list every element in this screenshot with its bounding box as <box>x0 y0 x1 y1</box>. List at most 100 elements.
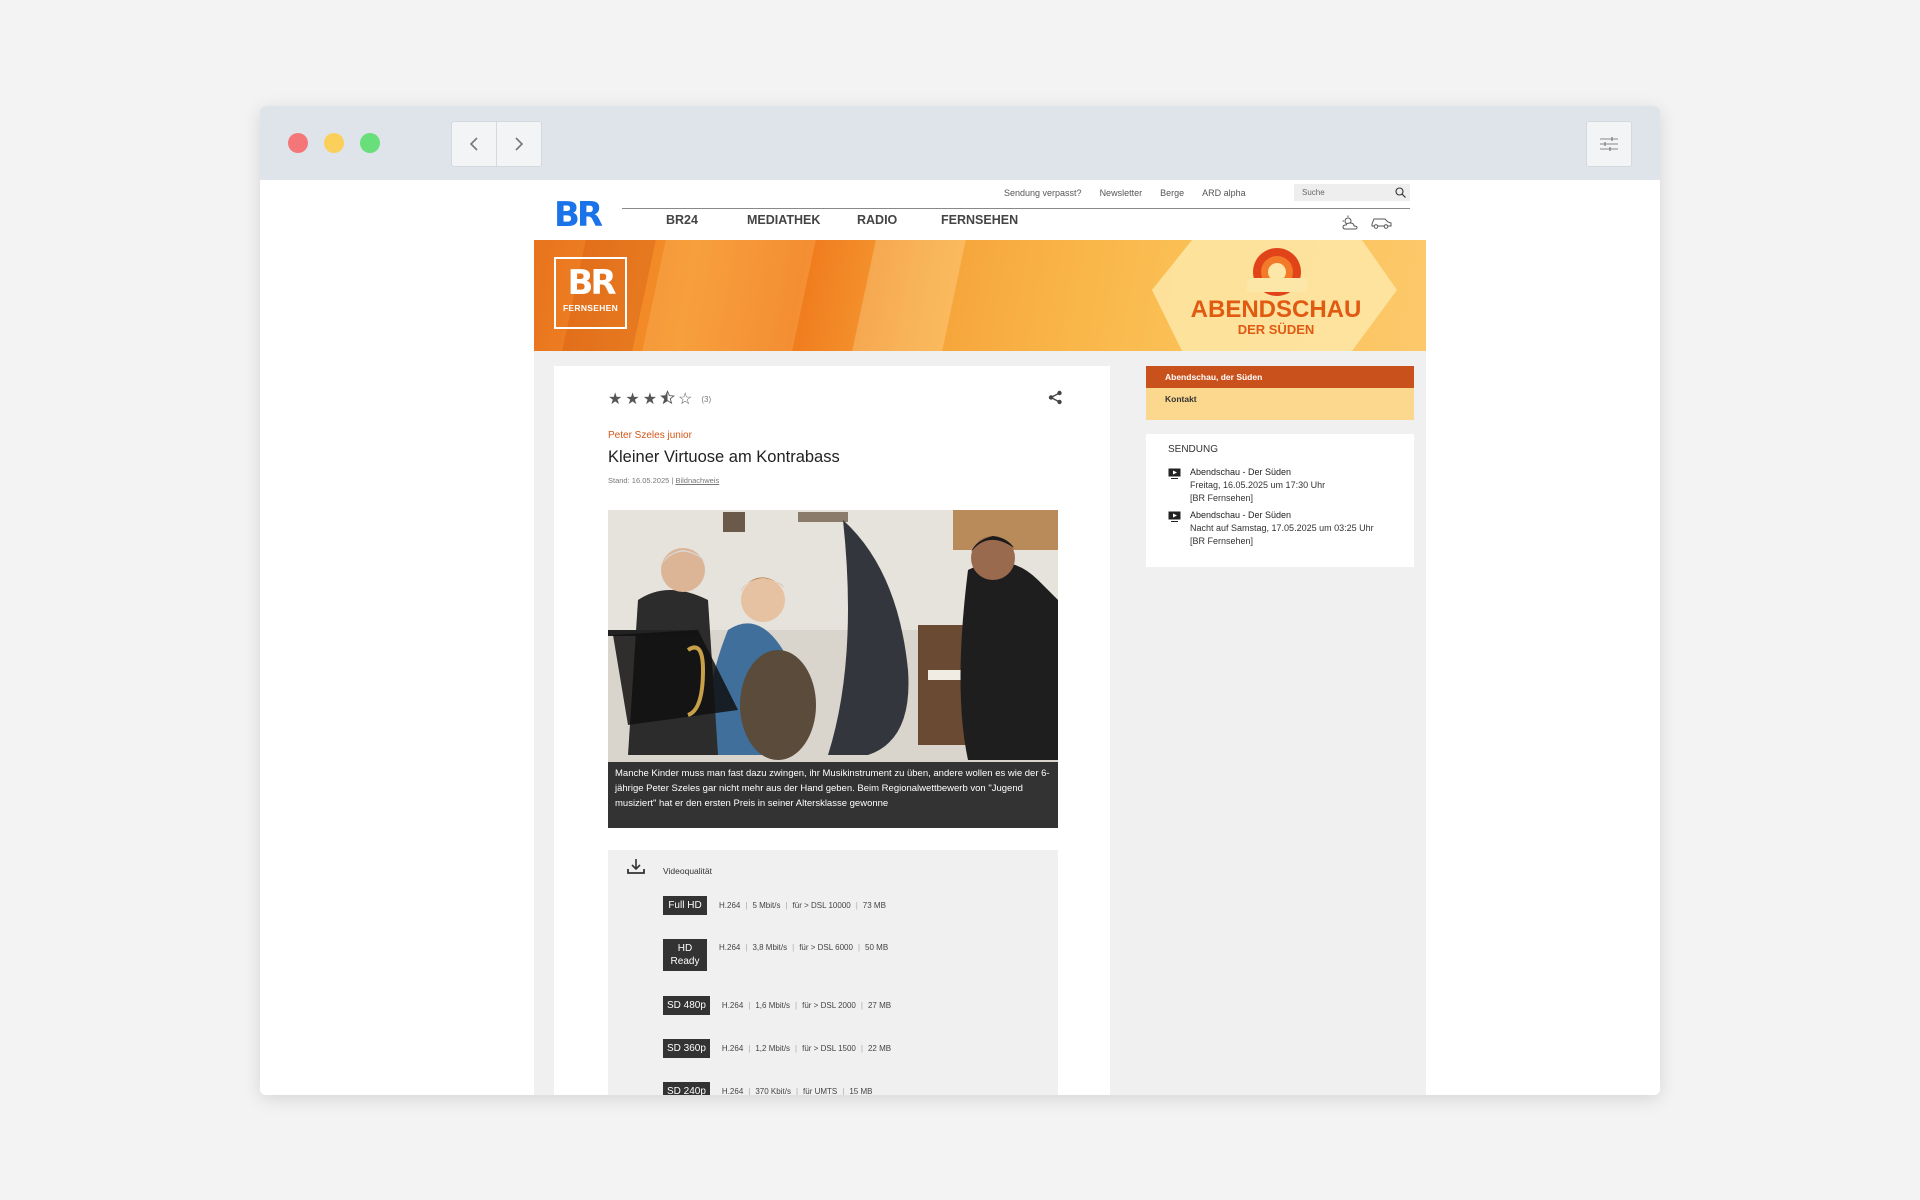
sidebar-contact-link[interactable]: Kontakt <box>1146 388 1414 420</box>
star-full-icon[interactable]: ★ <box>643 391 657 408</box>
br-site: BR Sendung verpasst? Newsletter Berge AR… <box>534 180 1426 1095</box>
browser-window: BR Sendung verpasst? Newsletter Berge AR… <box>260 106 1660 1095</box>
maximize-window-button[interactable] <box>360 133 380 153</box>
spec-rate: 1,6 Mbit/s <box>755 1001 791 1010</box>
article-video-image[interactable] <box>608 510 1058 762</box>
download-option[interactable]: HD Ready H.264 | 3,8 Mbit/s | für > DSL 6000… <box>663 939 888 971</box>
chevron-right-icon <box>515 137 524 151</box>
quality-badge[interactable]: SD 360p <box>663 1039 710 1058</box>
br-fernsehen-logo-text: FERNSEHEN <box>562 303 619 313</box>
banner-decoration <box>642 240 816 351</box>
share-icon[interactable] <box>1048 390 1063 405</box>
settings-button[interactable] <box>1586 121 1632 167</box>
quality-specs: H.264 | 370 Kbit/s | für UMTS | 15 MB <box>721 1087 873 1095</box>
image-caption: Manche Kinder muss man fast dazu zwingen… <box>608 762 1058 828</box>
browser-toolbar <box>260 106 1660 180</box>
nav-item-mediathek[interactable]: MEDIATHEK <box>747 213 820 227</box>
spec-size: 50 MB <box>865 943 889 952</box>
article-date: Stand: 16.05.2025 | <box>608 476 674 485</box>
spec-rate: 1,2 Mbit/s <box>755 1044 791 1053</box>
spec-dsl: für > DSL 6000 <box>799 943 853 952</box>
quality-badge[interactable]: Full HD <box>663 896 707 915</box>
tv-icon <box>1168 468 1181 479</box>
quality-badge[interactable]: HD Ready <box>663 939 707 971</box>
spec-size: 73 MB <box>862 901 886 910</box>
article-headline: Kleiner Virtuose am Kontrabass <box>608 448 840 466</box>
rating-stars[interactable]: ★ ★ ★ ☆ (3) <box>608 390 711 409</box>
video-download-panel: Videoqualität Full HD H.264 | 5 Mbit/s | für… <box>608 850 1058 1095</box>
util-link-ard-alpha[interactable]: ARD alpha <box>1202 188 1246 198</box>
star-half-icon[interactable] <box>660 390 675 409</box>
quality-specs: H.264 | 1,2 Mbit/s | für > DSL 1500 | 22 MB <box>721 1044 892 1053</box>
weather-icon[interactable] <box>1340 215 1360 231</box>
abendschau-title[interactable]: ABENDSCHAU <box>1186 296 1366 324</box>
star-empty-icon[interactable]: ☆ <box>678 391 692 408</box>
quality-badge[interactable]: SD 480p <box>663 996 710 1015</box>
spec-codec: H.264 <box>721 1001 744 1010</box>
spec-rate: 3,8 Mbit/s <box>752 943 788 952</box>
article-card: ★ ★ ★ ☆ (3) Peter Szeles junior Kleiner … <box>554 366 1110 1095</box>
broadcast-channel: [BR Fernsehen] <box>1190 493 1254 503</box>
download-option[interactable]: SD 480p H.264 | 1,6 Mbit/s | für > DSL 2000 |… <box>663 996 891 1015</box>
spec-codec: H.264 <box>719 943 741 952</box>
br-fernsehen-logo-mark: BR <box>567 263 616 303</box>
spec-rate: 5 Mbit/s <box>752 901 781 910</box>
nav-item-fernsehen[interactable]: FERNSEHEN <box>941 213 1018 227</box>
quality-specs: H.264 | 3,8 Mbit/s | für > DSL 6000 | 50 MB <box>719 943 889 952</box>
util-link-berge[interactable]: Berge <box>1160 188 1184 198</box>
nav-item-br24[interactable]: BR24 <box>666 213 698 227</box>
download-icon <box>627 859 645 874</box>
download-option[interactable]: SD 240p H.264 | 370 Kbit/s | für UMTS | 15 MB <box>663 1082 872 1095</box>
broadcast-time: Freitag, 16.05.2025 um 17:30 Uhr <box>1190 480 1326 490</box>
sliders-icon <box>1600 137 1618 151</box>
broadcast-title[interactable]: Abendschau - Der Süden <box>1190 466 1325 479</box>
spec-codec: H.264 <box>719 901 741 910</box>
close-window-button[interactable] <box>288 133 308 153</box>
quality-badge[interactable]: SD 240p <box>663 1082 710 1095</box>
page-viewport: BR Sendung verpasst? Newsletter Berge AR… <box>260 180 1660 1095</box>
tv-icon <box>1168 511 1181 522</box>
header-icons <box>1340 215 1392 231</box>
abendschau-subtitle: DER SÜDEN <box>1237 322 1315 337</box>
search-icon[interactable] <box>1395 187 1406 198</box>
star-full-icon[interactable]: ★ <box>625 391 639 408</box>
site-header: BR Sendung verpasst? Newsletter Berge AR… <box>534 180 1426 240</box>
broadcast-title[interactable]: Abendschau - Der Süden <box>1190 509 1374 522</box>
car-icon[interactable] <box>1370 215 1392 229</box>
star-full-icon[interactable]: ★ <box>608 391 622 408</box>
back-button[interactable] <box>451 121 497 167</box>
spec-codec: H.264 <box>721 1087 744 1095</box>
article-kicker: Peter Szeles junior <box>608 430 692 441</box>
spec-dsl: für > DSL 1500 <box>802 1044 856 1053</box>
banner-decoration <box>852 240 966 351</box>
forward-button[interactable] <box>496 121 542 167</box>
nav-item-radio[interactable]: RADIO <box>857 213 897 227</box>
broadcast-channel: [BR Fernsehen] <box>1190 536 1254 546</box>
br-fernsehen-logo[interactable]: BR FERNSEHEN <box>554 257 627 329</box>
broadcast-heading: SENDUNG <box>1168 444 1219 455</box>
sidebar-show-link[interactable]: Abendschau, der Süden <box>1146 366 1414 388</box>
chevron-left-icon <box>469 137 478 151</box>
broadcast-box: SENDUNG Abendschau - Der Süden Freitag, … <box>1146 434 1414 567</box>
download-option[interactable]: Full HD H.264 | 5 Mbit/s | für > DSL 10000 | 7… <box>663 896 886 915</box>
util-link-newsletter[interactable]: Newsletter <box>1100 188 1143 198</box>
download-option[interactable]: SD 360p H.264 | 1,2 Mbit/s | für > DSL 1500 |… <box>663 1039 891 1058</box>
util-link-sendung-verpasst[interactable]: Sendung verpasst? <box>1004 188 1082 198</box>
spec-dsl: für > DSL 10000 <box>792 901 851 910</box>
image-credits-link[interactable]: Bildnachweis <box>675 476 719 485</box>
minimize-window-button[interactable] <box>324 133 344 153</box>
broadcast-time: Nacht auf Samstag, 17.05.2025 um 03:25 U… <box>1190 523 1374 533</box>
spec-dsl: für > DSL 2000 <box>802 1001 856 1010</box>
show-banner: BR FERNSEHEN ABENDSCHAU DER SÜDEN <box>534 240 1426 351</box>
br-logo[interactable]: BR <box>554 198 603 232</box>
utility-links: Sendung verpasst? Newsletter Berge ARD a… <box>1004 188 1246 198</box>
photo-illustration <box>608 510 1058 762</box>
spec-size: 22 MB <box>867 1044 892 1053</box>
spec-rate: 370 Kbit/s <box>755 1087 791 1095</box>
spec-dsl: für UMTS <box>803 1087 838 1095</box>
quality-specs: H.264 | 5 Mbit/s | für > DSL 10000 | 73 MB <box>719 901 886 910</box>
quality-specs: H.264 | 1,6 Mbit/s | für > DSL 2000 | 27 MB <box>721 1001 892 1010</box>
spec-codec: H.264 <box>721 1044 744 1053</box>
search-input[interactable]: Suche <box>1294 184 1410 201</box>
video-quality-label: Videoqualität <box>663 866 712 876</box>
